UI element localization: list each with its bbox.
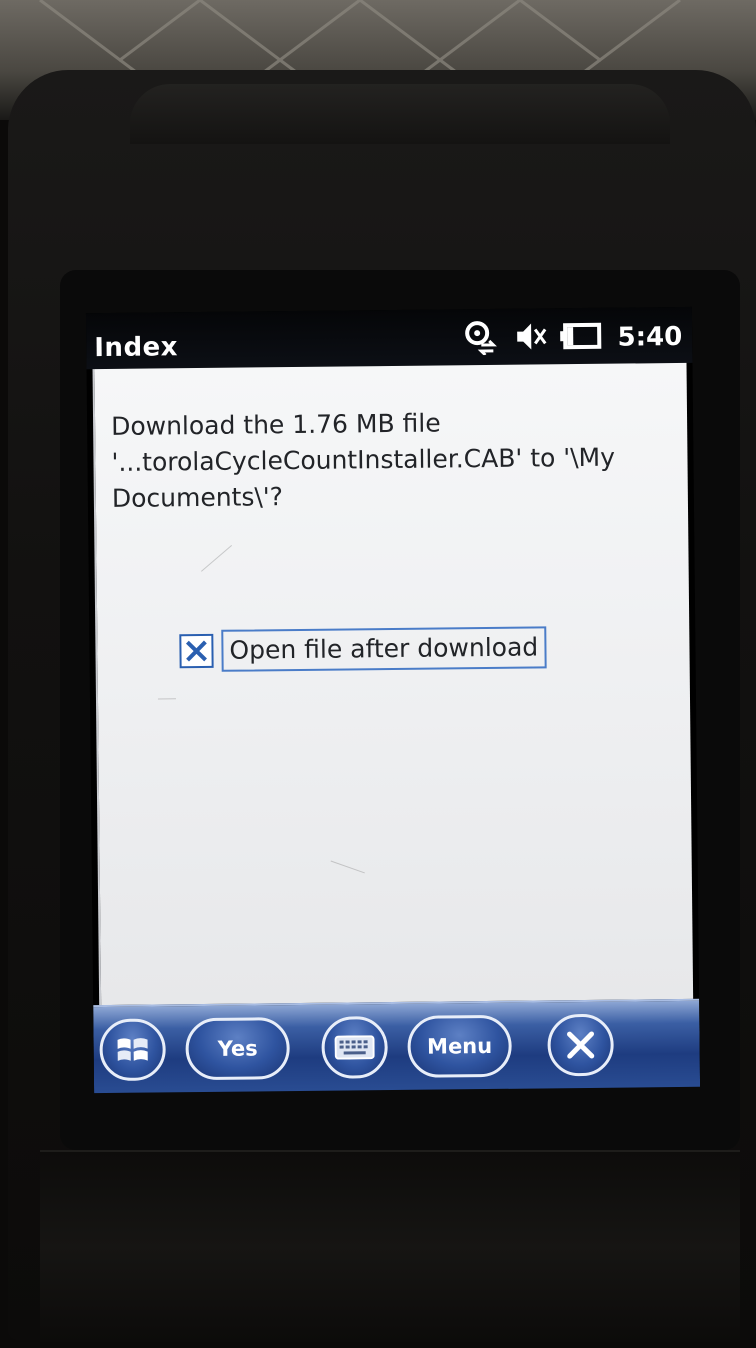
close-button[interactable] — [547, 1013, 614, 1077]
windows-flag-icon — [117, 1038, 148, 1061]
screen-scratch — [330, 860, 365, 874]
screen-scratch — [200, 544, 233, 572]
open-after-download-row[interactable]: Open file after download — [179, 626, 547, 672]
checkmark-x-icon — [185, 640, 207, 662]
screen-scratch — [157, 698, 176, 700]
title-bar: Index 5:40 — [85, 306, 693, 370]
menu-button-label: Menu — [426, 1033, 493, 1059]
window-title: Index — [94, 332, 179, 364]
battery-icon[interactable] — [559, 321, 603, 355]
yes-button[interactable]: Yes — [185, 1017, 290, 1081]
open-after-download-checkbox[interactable] — [179, 633, 214, 669]
softkey-bar: Yes Menu — [93, 998, 701, 1094]
device-screen: Index 5:40 Download the 1.76 MB file '..… — [85, 306, 701, 1094]
keyboard-button[interactable] — [321, 1016, 388, 1079]
yes-button-label: Yes — [217, 1036, 258, 1061]
clock[interactable]: 5:40 — [617, 322, 682, 353]
connectivity-icon[interactable] — [463, 319, 503, 359]
device-top-cap — [130, 84, 670, 144]
speaker-muted-icon[interactable] — [513, 319, 549, 357]
start-button[interactable] — [99, 1018, 166, 1082]
status-area: 5:40 — [463, 317, 682, 359]
device-lower-body — [40, 1150, 740, 1342]
menu-button[interactable]: Menu — [407, 1014, 512, 1078]
keyboard-icon — [334, 1035, 375, 1060]
close-icon — [567, 1031, 595, 1059]
photo-frame: Index 5:40 Download the 1.76 MB file '..… — [0, 0, 756, 1348]
open-after-download-label[interactable]: Open file after download — [221, 626, 547, 672]
download-message: Download the 1.76 MB file '...torolaCycl… — [110, 408, 616, 513]
dialog-content: Download the 1.76 MB file '...torolaCycl… — [92, 362, 694, 1006]
